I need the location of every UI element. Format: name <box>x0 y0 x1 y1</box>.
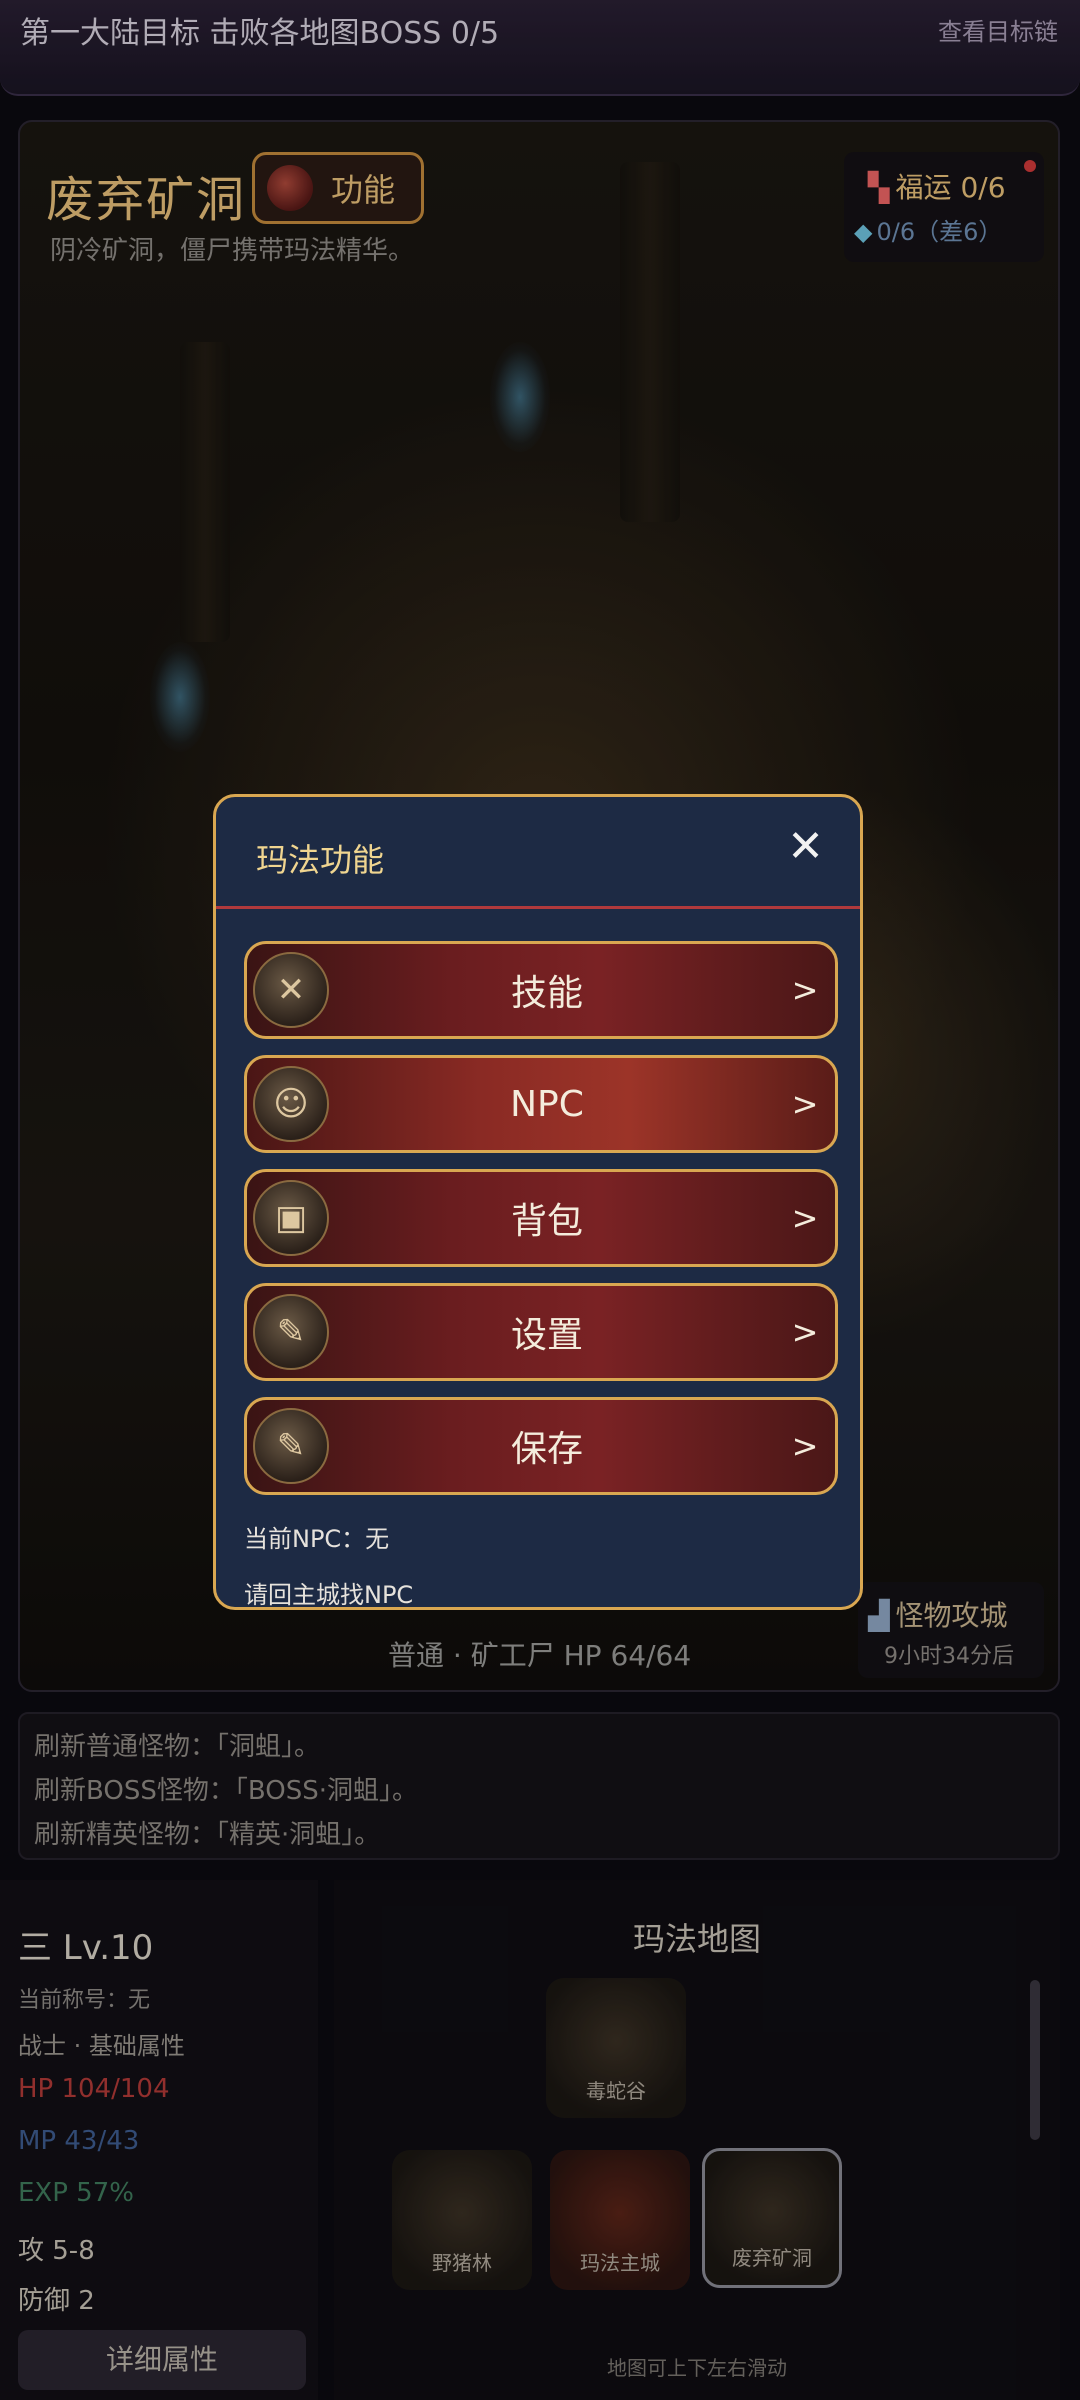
menu-item-save[interactable]: ✎ 保存 > <box>244 1397 838 1495</box>
scroll-icon: ✎ <box>253 1294 329 1370</box>
current-npc-text: 当前NPC：无 <box>244 1525 390 1553</box>
scroll-icon: ✎ <box>253 1408 329 1484</box>
crossed-swords-icon: ✕ <box>253 952 329 1028</box>
chevron-right-icon: > <box>791 1313 819 1351</box>
menu-item-skills[interactable]: ✕ 技能 > <box>244 941 838 1039</box>
modal-title: 玛法功能 <box>256 841 385 879</box>
menu-item-backpack[interactable]: ▣ 背包 > <box>244 1169 838 1267</box>
modal-header: 玛法功能 ✕ <box>216 797 860 909</box>
npc-hint-text: 请回主城找NPC <box>244 1581 414 1609</box>
menu-item-label: NPC <box>510 1083 584 1125</box>
npc-portrait-icon: ☺ <box>253 1066 329 1142</box>
chevron-right-icon: > <box>791 1085 819 1123</box>
menu-item-label: 保存 <box>510 1429 583 1470</box>
chevron-right-icon: > <box>791 971 819 1009</box>
menu-item-label: 设置 <box>510 1315 583 1356</box>
chevron-right-icon: > <box>791 1427 819 1465</box>
menu-item-label: 背包 <box>510 1201 583 1242</box>
close-icon[interactable]: ✕ <box>787 821 824 872</box>
menu-item-label: 技能 <box>510 973 583 1014</box>
menu-item-npc[interactable]: ☺ NPC > <box>244 1055 838 1153</box>
backpack-icon: ▣ <box>253 1180 329 1256</box>
function-modal: 玛法功能 ✕ ✕ 技能 > ☺ NPC > ▣ 背包 > ✎ 设置 > ✎ 保存… <box>213 794 863 1610</box>
menu-item-settings[interactable]: ✎ 设置 > <box>244 1283 838 1381</box>
chevron-right-icon: > <box>791 1199 819 1237</box>
